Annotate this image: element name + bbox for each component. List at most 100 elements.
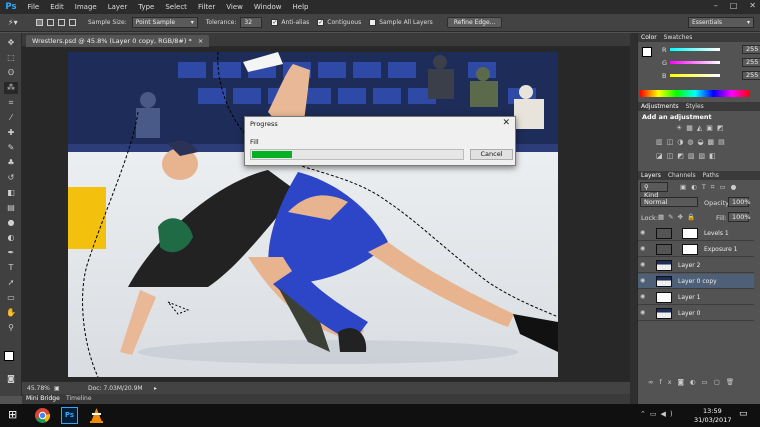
menu-image[interactable]: Image [69,3,102,11]
layer-row[interactable]: ◉ Levels 1 [638,226,754,241]
refine-edge-button[interactable]: Refine Edge... [446,17,503,28]
layer-row[interactable]: ◉ Layer 1 [638,290,754,305]
anti-alias-checkbox[interactable]: ✓ Anti-alias [271,19,309,26]
green-slider[interactable] [670,61,720,64]
zoom-tool-icon[interactable]: ⚲ [4,322,18,334]
fill-input[interactable]: 100% [728,212,751,222]
close-button[interactable]: ✕ [749,1,756,10]
folder-icon[interactable]: ▭ [702,378,714,386]
visibility-eye-icon[interactable]: ◉ [640,261,645,268]
adjustment-icon[interactable]: ◐ [690,378,702,386]
new-selection-icon[interactable] [36,19,43,26]
menu-type[interactable]: Type [133,3,160,11]
visibility-eye-icon[interactable]: ◉ [640,245,645,252]
magic-wand-tool-preset-icon[interactable]: ⚡▾ [8,18,26,27]
menu-filter[interactable]: Filter [192,3,220,11]
link-icon[interactable]: ∞ [648,378,659,386]
blur-tool-icon[interactable]: ● [4,217,18,229]
red-slider[interactable] [670,48,720,51]
color-spectrum-ramp[interactable] [640,90,750,97]
visibility-eye-icon[interactable]: ◉ [640,229,645,236]
fx-icon[interactable]: fx [659,378,677,386]
green-value-input[interactable]: 255 [742,58,760,67]
menu-edit[interactable]: Edit [45,3,70,11]
new-layer-icon[interactable]: ▢ [714,378,726,386]
foreground-color-swatch[interactable] [4,351,14,361]
tab-channels[interactable]: Channels [668,171,696,180]
workspace-select[interactable]: Essentials ▾ [688,17,754,28]
opacity-input[interactable]: 100% [728,197,751,207]
visibility-eye-icon[interactable]: ◉ [640,277,645,284]
brush-tool-icon[interactable]: ✎ [4,142,18,154]
tab-color[interactable]: Color [641,33,657,42]
eyedropper-tool-icon[interactable]: ⁄ [4,112,18,124]
intersect-selection-icon[interactable] [69,19,76,26]
close-tab-icon[interactable]: × [198,37,203,45]
adjustment-icons-row-3[interactable]: ◪◫◩▨▧◧ [656,152,720,160]
tolerance-input[interactable]: 32 [240,17,263,28]
marquee-tool-icon[interactable]: ⬚ [4,52,18,64]
add-to-selection-icon[interactable] [47,19,54,26]
subtract-from-selection-icon[interactable] [58,19,65,26]
lock-icons[interactable]: ▦✎✥🔒 [658,213,699,221]
red-value-input[interactable]: 255 [742,45,760,54]
tab-paths[interactable]: Paths [703,171,719,180]
crop-tool-icon[interactable]: ⌗ [4,97,18,109]
layer-row[interactable]: ◉ Layer 0 copy [638,274,754,289]
vlc-icon[interactable] [88,407,105,424]
tab-swatches[interactable]: Swatches [664,33,693,42]
canvas-area[interactable] [22,47,630,381]
photo-canvas[interactable] [68,52,558,377]
clone-stamp-tool-icon[interactable]: ♣ [4,157,18,169]
layer-filter-icons[interactable]: ▣◐T⌗▭● [680,183,741,192]
visibility-eye-icon[interactable]: ◉ [640,309,645,316]
blend-mode-select[interactable]: Normal [640,197,698,207]
foreground-color-swatch[interactable] [642,47,652,57]
document-tab[interactable]: Wrestlers.psd @ 45.8% (Layer 0 copy, RGB… [26,35,210,47]
menu-window[interactable]: Window [248,3,287,11]
sample-size-select[interactable]: Point Sample ▾ [131,17,198,28]
layer-row[interactable]: ◉ Exposure 1 [638,242,754,257]
layer-row[interactable]: ◉ Layer 2 [638,258,754,273]
maximize-button[interactable]: □ [730,1,738,10]
windows-start-icon[interactable]: ⊞ [8,408,17,421]
magic-wand-tool-icon[interactable]: ⁂ [4,82,18,94]
healing-brush-tool-icon[interactable]: ✚ [4,127,18,139]
trash-icon[interactable]: 🗑 [726,378,740,386]
dodge-tool-icon[interactable]: ◐ [4,232,18,244]
menu-file[interactable]: File [22,3,45,11]
eraser-tool-icon[interactable]: ◧ [4,187,18,199]
chrome-icon[interactable] [34,407,51,424]
blue-value-input[interactable]: 255 [742,71,760,80]
mask-icon[interactable]: ◙ [678,378,690,386]
quick-mask-icon[interactable]: ◙ [4,373,18,385]
notification-icon[interactable]: ▭ [739,409,748,419]
sample-all-layers-checkbox[interactable]: Sample All Layers [369,19,433,26]
menu-view[interactable]: View [221,3,249,11]
photoshop-taskbar-icon[interactable]: Ps [61,407,78,424]
mini-bridge-tab[interactable]: Mini Bridge [26,394,60,404]
menu-layer[interactable]: Layer [102,3,133,11]
type-tool-icon[interactable]: T [4,262,18,274]
blue-slider[interactable] [670,74,720,77]
hand-tool-icon[interactable]: ✋ [4,307,18,319]
adjustment-icons-row-1[interactable]: ☀▦◭▣◩ [676,124,728,132]
pen-tool-icon[interactable]: ✒ [4,247,18,259]
timeline-tab[interactable]: Timeline [66,394,92,404]
minimize-button[interactable]: – [714,1,718,10]
history-brush-tool-icon[interactable]: ↺ [4,172,18,184]
system-tray-icons[interactable]: ⌃▭◀) [640,410,677,418]
rectangle-tool-icon[interactable]: ▭ [4,292,18,304]
menu-help[interactable]: Help [287,3,314,11]
tab-layers[interactable]: Layers [641,171,661,180]
layer-filter-kind[interactable]: ⚲ Kind [640,182,668,199]
cancel-button[interactable]: Cancel [470,149,513,160]
lasso-tool-icon[interactable]: ʘ [4,67,18,79]
tab-styles[interactable]: Styles [686,102,704,111]
adjustment-icons-row-2[interactable]: ▥◫◑◍◒▩▤ [656,138,729,146]
layer-row[interactable]: ◉ Layer 0 [638,306,754,321]
menu-select[interactable]: Select [160,3,193,11]
dialog-close-button[interactable]: ✕ [502,118,510,128]
tab-adjustments[interactable]: Adjustments [641,102,679,111]
visibility-eye-icon[interactable]: ◉ [640,293,645,300]
